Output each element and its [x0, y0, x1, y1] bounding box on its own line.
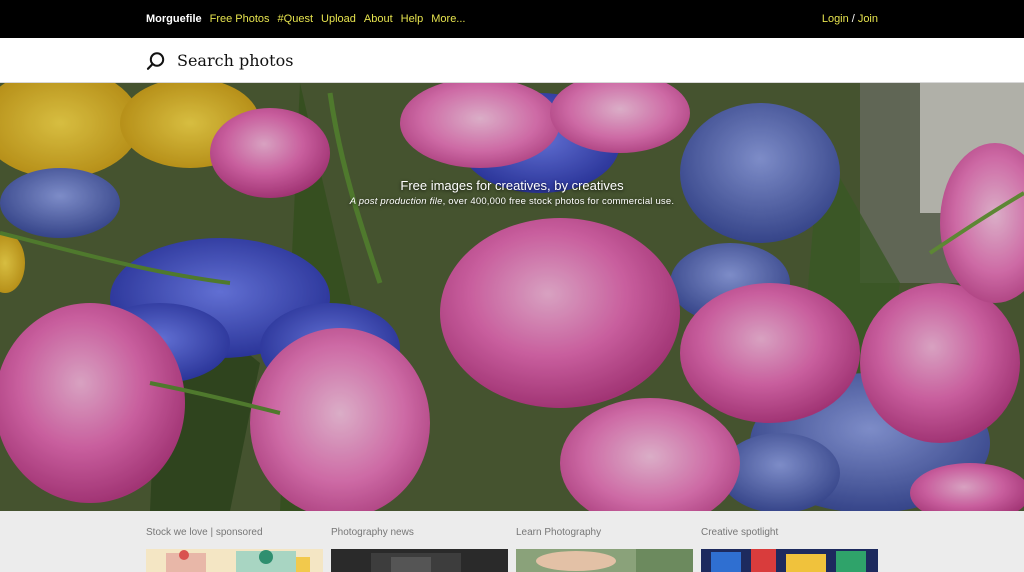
card-thumbnail[interactable] — [701, 549, 878, 572]
card-label: Learn Photography — [516, 527, 602, 538]
card-thumbnail[interactable] — [331, 549, 508, 572]
hero-title: Free images for creatives, by creatives — [400, 178, 624, 193]
card-label: Creative spotlight — [701, 527, 779, 538]
card-stock-we-love[interactable]: Stock we love | sponsored — [146, 511, 323, 572]
login-link[interactable]: Login — [822, 13, 849, 25]
card-label: Stock we love | sponsored — [146, 527, 263, 538]
search-icon[interactable] — [146, 51, 166, 71]
hero-overlay — [0, 83, 1024, 511]
card-photography-news[interactable]: Photography news — [331, 511, 508, 572]
search-bar — [0, 38, 1024, 83]
auth-links: Login / Join — [822, 13, 878, 25]
hero-subtitle-rest: , over 400,000 free stock photos for com… — [442, 196, 675, 207]
nav-upload[interactable]: Upload — [321, 13, 356, 25]
join-link[interactable]: Join — [858, 13, 878, 25]
card-thumbnail[interactable] — [516, 549, 693, 572]
card-thumbnail[interactable] — [146, 549, 323, 572]
brand-logo-link[interactable]: Morguefile — [146, 13, 202, 25]
hero-subtitle: A post production file, over 400,000 fre… — [0, 196, 1024, 207]
nav-more[interactable]: More... — [431, 13, 465, 25]
auth-separator: / — [851, 13, 855, 25]
card-creative-spotlight[interactable]: Creative spotlight — [701, 511, 878, 572]
nav-free-photos[interactable]: Free Photos — [210, 13, 270, 25]
hero-banner: Free images for creatives, by creatives … — [0, 83, 1024, 511]
hero-text: Free images for creatives, by creatives … — [0, 178, 1024, 207]
top-nav-bar: Morguefile Free Photos #Quest Upload Abo… — [0, 0, 1024, 38]
nav-help[interactable]: Help — [401, 13, 424, 25]
hero-subtitle-emphasis: A post production file — [349, 196, 443, 207]
nav-quest[interactable]: #Quest — [278, 13, 313, 25]
card-learn-photography[interactable]: Learn Photography — [516, 511, 693, 572]
main-nav: Morguefile Free Photos #Quest Upload Abo… — [146, 13, 473, 25]
card-label: Photography news — [331, 527, 414, 538]
search-input[interactable] — [177, 45, 777, 76]
content-cards: Stock we love | sponsored Photography ne… — [146, 511, 878, 572]
nav-about[interactable]: About — [364, 13, 393, 25]
